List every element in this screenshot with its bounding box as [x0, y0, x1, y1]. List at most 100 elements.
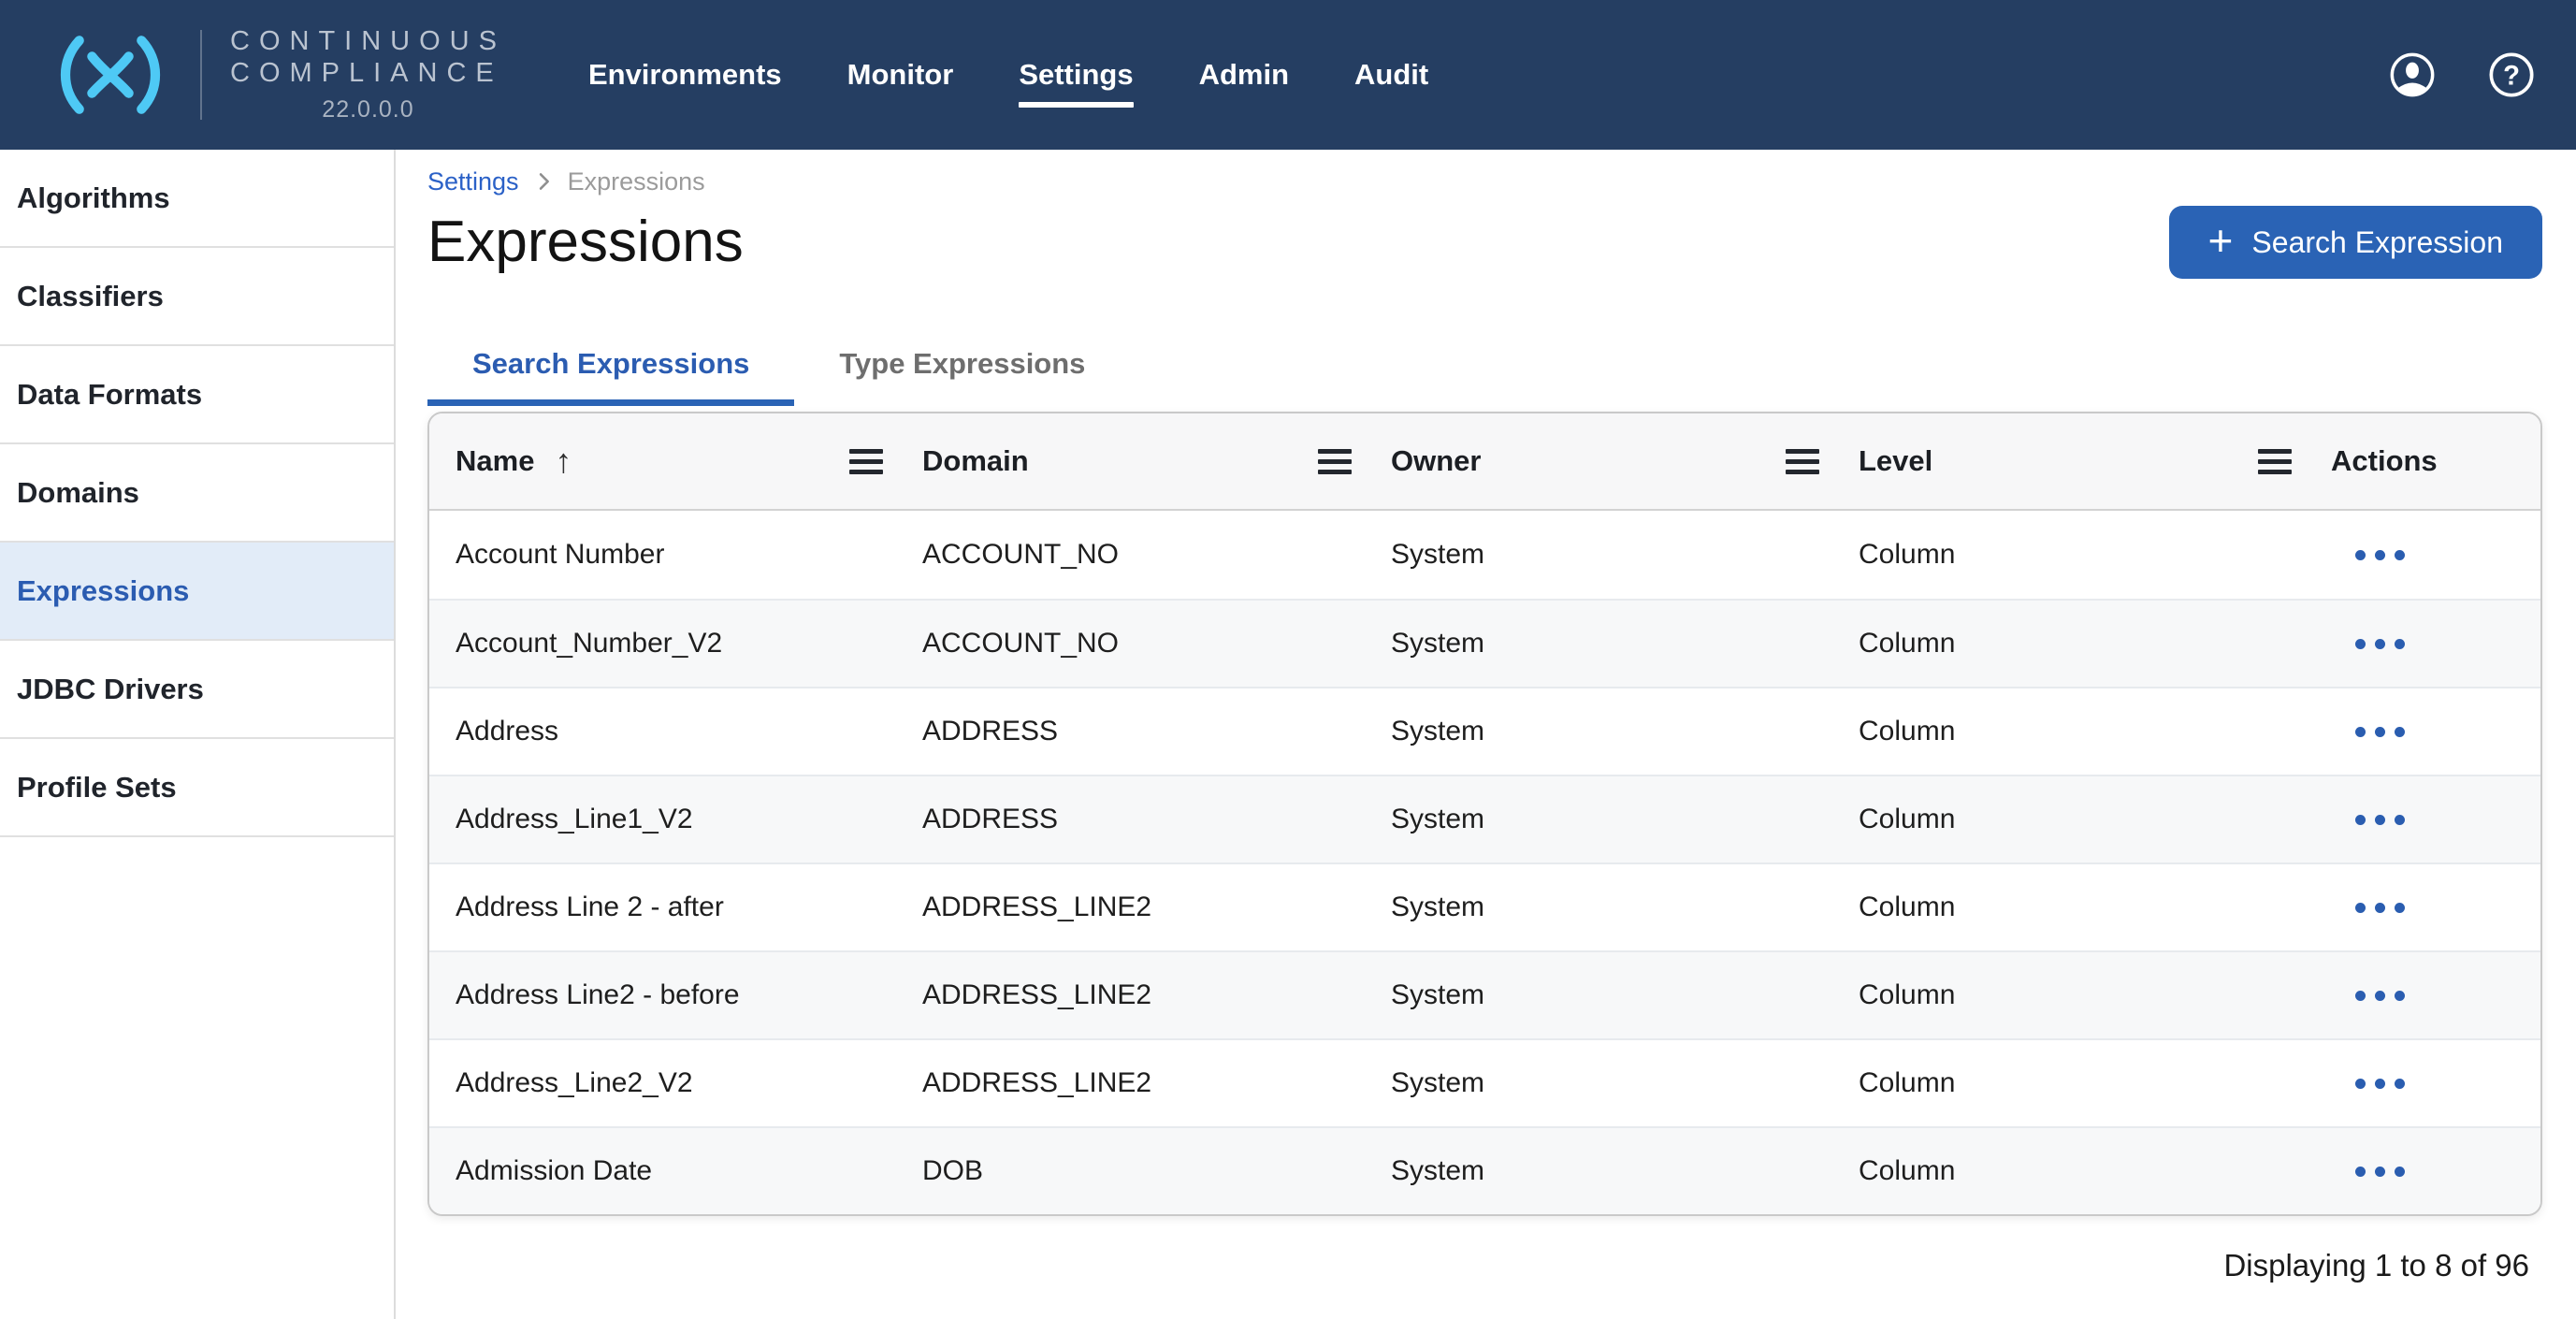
- cell-owner: System: [1365, 628, 1832, 660]
- nav-item-audit[interactable]: Audit: [1354, 58, 1428, 92]
- ellipsis-menu-icon[interactable]: [2344, 804, 2416, 836]
- column-header-label: Actions: [2331, 444, 2438, 478]
- ellipsis-menu-icon[interactable]: [2344, 891, 2416, 924]
- cell-domain: DOB: [896, 1155, 1365, 1187]
- cell-level: Column: [1832, 979, 2305, 1011]
- table-row: Address_Line1_V2ADDRESSSystemColumn: [429, 775, 2540, 862]
- main-panel: Settings Expressions Expressions + Searc…: [396, 150, 2576, 1319]
- breadcrumb-current: Expressions: [568, 167, 705, 196]
- brand-text: CONTINUOUS COMPLIANCE 22.0.0.0: [230, 26, 506, 123]
- nav-item-monitor[interactable]: Monitor: [847, 58, 954, 92]
- search-expression-button[interactable]: + Search Expression: [2169, 206, 2542, 279]
- search-expression-button-label: Search Expression: [2251, 225, 2503, 260]
- cell-actions: [2305, 979, 2540, 1012]
- top-navbar: CONTINUOUS COMPLIANCE 22.0.0.0 Environme…: [0, 0, 2576, 150]
- column-header-owner[interactable]: Owner: [1365, 442, 1832, 482]
- delphix-logo-icon: [51, 31, 170, 119]
- chevron-right-icon: [530, 168, 557, 195]
- cell-level: Column: [1832, 891, 2305, 923]
- cell-actions: [2305, 539, 2540, 572]
- table-body: Account NumberACCOUNT_NOSystemColumnAcco…: [429, 511, 2540, 1214]
- expressions-table-card: Name↑Domain Owner Level Actions Account Num…: [427, 412, 2542, 1216]
- app-root: CONTINUOUS COMPLIANCE 22.0.0.0 Environme…: [0, 0, 2576, 1319]
- cell-owner: System: [1365, 979, 1832, 1011]
- table-row: Address Line2 - beforeADDRESS_LINE2Syste…: [429, 950, 2540, 1038]
- ellipsis-menu-icon[interactable]: [2344, 716, 2416, 748]
- user-account-icon[interactable]: [2387, 50, 2438, 100]
- sidebar-item-algorithms[interactable]: Algorithms: [0, 150, 394, 248]
- cell-name: Address Line 2 - after: [429, 891, 896, 923]
- column-header-domain[interactable]: Domain: [896, 442, 1365, 482]
- table-row: Account NumberACCOUNT_NOSystemColumn: [429, 511, 2540, 599]
- cell-name: Account_Number_V2: [429, 628, 896, 660]
- brand: CONTINUOUS COMPLIANCE 22.0.0.0: [0, 26, 506, 123]
- breadcrumb: Settings Expressions: [427, 165, 2542, 198]
- help-icon[interactable]: ?: [2486, 50, 2537, 100]
- ellipsis-menu-icon[interactable]: [2344, 539, 2416, 572]
- sidebar-item-classifiers[interactable]: Classifiers: [0, 248, 394, 346]
- brand-name-line2: COMPLIANCE: [230, 58, 506, 90]
- cell-actions: [2305, 716, 2540, 748]
- cell-name: Address_Line2_V2: [429, 1067, 896, 1099]
- cell-domain: ADDRESS: [896, 716, 1365, 747]
- column-header-label: Owner: [1391, 444, 1481, 478]
- svg-text:?: ?: [2503, 61, 2520, 91]
- column-header-level[interactable]: Level: [1832, 442, 2305, 482]
- table-row: AddressADDRESSSystemColumn: [429, 687, 2540, 775]
- main-nav: Environments Monitor Settings Admin Audit: [588, 58, 1428, 92]
- sort-asc-icon[interactable]: ↑: [555, 442, 572, 481]
- title-row: Expressions + Search Expression: [427, 206, 2542, 279]
- sidebar-item-profile-sets[interactable]: Profile Sets: [0, 739, 394, 837]
- nav-item-admin[interactable]: Admin: [1199, 58, 1289, 92]
- ellipsis-menu-icon[interactable]: [2344, 628, 2416, 660]
- table-row: Account_Number_V2ACCOUNT_NOSystemColumn: [429, 599, 2540, 687]
- nav-item-settings[interactable]: Settings: [1019, 58, 1133, 92]
- header-icons: ?: [2387, 50, 2576, 100]
- tab-bar: Search ExpressionsType Expressions: [427, 322, 2542, 406]
- cell-level: Column: [1832, 716, 2305, 747]
- ellipsis-menu-icon[interactable]: [2344, 1067, 2416, 1100]
- cell-level: Column: [1832, 1067, 2305, 1099]
- plus-icon: +: [2208, 219, 2234, 262]
- tab-search-expressions[interactable]: Search Expressions: [427, 322, 794, 406]
- cell-actions: [2305, 1155, 2540, 1188]
- brand-divider: [200, 30, 202, 120]
- cell-level: Column: [1832, 1155, 2305, 1187]
- column-menu-icon[interactable]: [1778, 442, 1827, 482]
- cell-level: Column: [1832, 539, 2305, 571]
- table-row: Address Line 2 - afterADDRESS_LINE2Syste…: [429, 862, 2540, 950]
- column-header-actions[interactable]: Actions: [2305, 444, 2540, 478]
- cell-actions: [2305, 628, 2540, 660]
- sidebar: AlgorithmsClassifiersData FormatsDomains…: [0, 150, 396, 1319]
- tab-type-expressions[interactable]: Type Expressions: [794, 322, 1130, 406]
- sidebar-item-expressions[interactable]: Expressions: [0, 543, 394, 641]
- ellipsis-menu-icon[interactable]: [2344, 1155, 2416, 1188]
- cell-owner: System: [1365, 1067, 1832, 1099]
- column-menu-icon[interactable]: [842, 442, 890, 482]
- cell-owner: System: [1365, 1155, 1832, 1187]
- sidebar-item-data-formats[interactable]: Data Formats: [0, 346, 394, 444]
- column-header-name[interactable]: Name↑: [429, 442, 896, 482]
- cell-domain: ACCOUNT_NO: [896, 628, 1365, 660]
- page-title: Expressions: [427, 210, 744, 274]
- nav-item-environments[interactable]: Environments: [588, 58, 782, 92]
- cell-domain: ADDRESS: [896, 804, 1365, 835]
- table-row: Address_Line2_V2ADDRESS_LINE2SystemColum…: [429, 1038, 2540, 1126]
- cell-owner: System: [1365, 891, 1832, 923]
- cell-actions: [2305, 891, 2540, 924]
- cell-name: Address Line2 - before: [429, 979, 896, 1011]
- brand-name-line1: CONTINUOUS: [230, 26, 506, 58]
- sidebar-item-jdbc-drivers[interactable]: JDBC Drivers: [0, 641, 394, 739]
- cell-level: Column: [1832, 628, 2305, 660]
- cell-domain: ADDRESS_LINE2: [896, 1067, 1365, 1099]
- cell-name: Admission Date: [429, 1155, 896, 1187]
- column-menu-icon[interactable]: [1310, 442, 1359, 482]
- cell-name: Account Number: [429, 539, 896, 571]
- ellipsis-menu-icon[interactable]: [2344, 979, 2416, 1012]
- cell-domain: ADDRESS_LINE2: [896, 979, 1365, 1011]
- column-menu-icon[interactable]: [2250, 442, 2299, 482]
- cell-name: Address: [429, 716, 896, 747]
- cell-owner: System: [1365, 539, 1832, 571]
- breadcrumb-link-settings[interactable]: Settings: [427, 167, 519, 196]
- sidebar-item-domains[interactable]: Domains: [0, 444, 394, 543]
